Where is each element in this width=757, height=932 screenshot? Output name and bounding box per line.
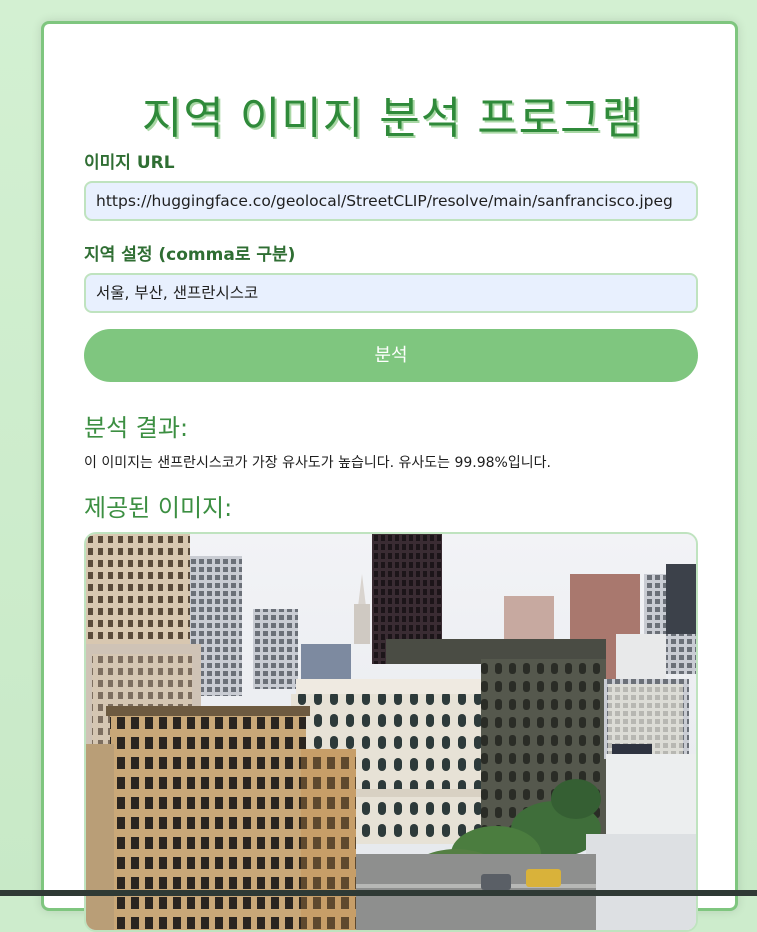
url-label: 이미지 URL xyxy=(84,153,175,173)
result-text: 이 이미지는 샌프란시스코가 가장 유사도가 높습니다. 유사도는 99.98%… xyxy=(84,455,551,471)
san-francisco-photo xyxy=(86,534,696,930)
region-input[interactable]: 서울, 부산, 샌프란시스코 xyxy=(84,273,698,313)
image-heading: 제공된 이미지: xyxy=(84,494,233,522)
analyze-button[interactable]: 분석 xyxy=(84,329,698,382)
result-heading: 분석 결과: xyxy=(84,414,189,442)
main-card: 지역 이미지 분석 프로그램 이미지 URL https://huggingfa… xyxy=(41,21,738,932)
provided-image xyxy=(84,532,698,932)
page-title: 지역 이미지 분석 프로그램 xyxy=(141,93,644,144)
taskbar-strip xyxy=(0,890,757,896)
region-label: 지역 설정 (comma로 구분) xyxy=(84,245,296,265)
url-input[interactable]: https://huggingface.co/geolocal/StreetCL… xyxy=(84,181,698,221)
